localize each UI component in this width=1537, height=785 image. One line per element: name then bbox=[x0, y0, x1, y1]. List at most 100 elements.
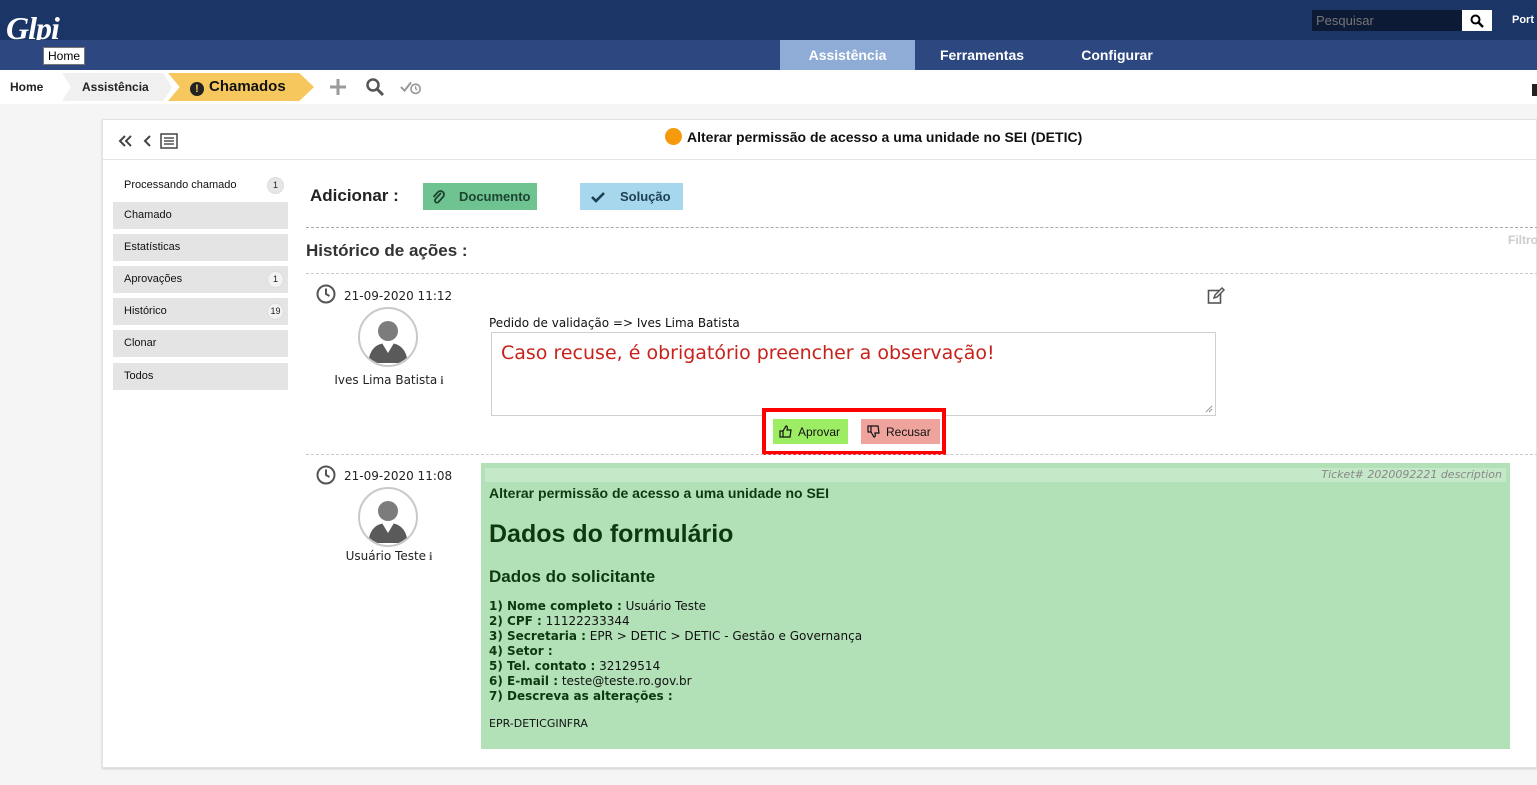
ticket-description: Ticket# 2020092221 description Alterar p… bbox=[481, 463, 1510, 749]
clock-icon bbox=[316, 465, 336, 485]
validation-request-label: Pedido de validação => Ives Lima Batista bbox=[489, 316, 740, 330]
description-user-name: Usuário Teste bbox=[345, 549, 427, 563]
highlight-box: Aprovar Recusar bbox=[762, 408, 946, 455]
form-fields: 1) Nome completo : Usuário Teste 2) CPF … bbox=[489, 599, 862, 704]
avatar bbox=[358, 307, 418, 367]
divider bbox=[306, 454, 1537, 455]
sidebar-item-label: Aprovações bbox=[124, 273, 183, 285]
clock-icon bbox=[316, 284, 336, 304]
ticket-panel: Alterar permissão de acesso a uma unidad… bbox=[102, 119, 1537, 768]
add-document-label: Documento bbox=[459, 189, 531, 204]
info-icon[interactable]: i bbox=[429, 549, 432, 563]
validation-user-name: Ives Lima Batista bbox=[334, 373, 438, 387]
observation-field[interactable]: Caso recuse, é obrigatório preencher a o… bbox=[491, 332, 1216, 416]
thumbs-down-icon bbox=[867, 425, 880, 438]
language-link[interactable]: Port bbox=[1512, 14, 1534, 26]
sidebar-item-label: Chamado bbox=[124, 209, 172, 221]
form-field: 2) CPF : 11122233344 bbox=[489, 614, 630, 628]
sidebar-item-label: Clonar bbox=[124, 337, 157, 349]
sidebar-item-processando[interactable]: Processando chamado 1 bbox=[113, 172, 288, 199]
description-datetime: 21-09-2020 11:08 bbox=[344, 469, 453, 483]
form-field: 7) Descreva as alterações : bbox=[489, 689, 673, 703]
sidebar-item-chamado[interactable]: Chamado bbox=[113, 202, 288, 229]
search-icon bbox=[1470, 14, 1484, 28]
breadcrumb-home[interactable]: Home bbox=[0, 73, 60, 101]
observation-placeholder: Caso recuse, é obrigatório preencher a o… bbox=[501, 342, 995, 364]
list-icon bbox=[160, 133, 178, 149]
paperclip-icon bbox=[432, 189, 445, 203]
main-nav: Assistência Ferramentas Configurar bbox=[0, 40, 1537, 70]
sidebar-item-aprovacoes[interactable]: Aprovações 1 bbox=[113, 266, 288, 293]
add-label: Adicionar : bbox=[310, 186, 399, 205]
magnifier-icon bbox=[366, 78, 385, 97]
sidebar-item-todos[interactable]: Todos bbox=[113, 363, 288, 390]
sidebar-item-label: Processando chamado bbox=[124, 179, 237, 191]
form-field: 3) Secretaria : EPR > DETIC > DETIC - Ge… bbox=[489, 629, 863, 643]
plus-icon bbox=[330, 79, 346, 95]
count-badge: 1 bbox=[267, 271, 284, 288]
validation-button[interactable] bbox=[400, 76, 422, 98]
sidebar-item-clonar[interactable]: Clonar bbox=[113, 330, 288, 357]
refuse-label: Recusar bbox=[886, 424, 931, 439]
divider bbox=[306, 273, 1537, 274]
approve-label: Aprovar bbox=[798, 424, 841, 439]
warning-icon: ! bbox=[190, 82, 204, 96]
sidebar-item-historico[interactable]: Histórico 19 bbox=[113, 298, 288, 325]
resize-handle-icon[interactable] bbox=[1205, 405, 1213, 413]
user-icon bbox=[368, 321, 408, 363]
add-solution-label: Solução bbox=[620, 189, 671, 204]
validation-datetime: 21-09-2020 11:12 bbox=[344, 289, 453, 303]
description-footer: EPR-DETICGINFRA bbox=[489, 717, 588, 730]
logo-tooltip: Home bbox=[43, 47, 86, 65]
first-page-button[interactable] bbox=[117, 132, 135, 150]
check-icon bbox=[591, 191, 605, 203]
form-data-heading: Dados do formulário bbox=[489, 520, 734, 548]
chevron-left-icon bbox=[143, 135, 151, 147]
approve-button[interactable]: Aprovar bbox=[773, 419, 848, 444]
breadcrumb-chamados-label: Chamados bbox=[209, 78, 286, 95]
search-tickets-button[interactable] bbox=[364, 76, 386, 98]
sidebar-item-label: Todos bbox=[124, 370, 154, 382]
form-field: 4) Setor : bbox=[489, 644, 553, 658]
sidebar-item-label: Estatísticas bbox=[124, 241, 181, 253]
ticket-title-text: Alterar permissão de acesso a uma unidad… bbox=[687, 128, 1083, 145]
top-header: Glpi Port bbox=[0, 0, 1537, 46]
user-icon bbox=[368, 501, 408, 543]
description-user: Usuário Teste i bbox=[309, 549, 469, 564]
info-icon[interactable]: i bbox=[440, 373, 443, 387]
status-icon bbox=[665, 128, 682, 145]
right-edge-marker bbox=[1532, 84, 1537, 96]
breadcrumb: Home Assistência ! Chamados bbox=[0, 70, 1537, 104]
avatar bbox=[358, 487, 418, 547]
list-button[interactable] bbox=[160, 132, 178, 150]
ticket-reference: Ticket# 2020092221 description bbox=[1321, 468, 1502, 481]
tab-configurar[interactable]: Configurar bbox=[1049, 40, 1185, 70]
search-button[interactable] bbox=[1462, 10, 1492, 31]
breadcrumb-assistencia[interactable]: Assistência bbox=[62, 73, 172, 101]
form-field: 1) Nome completo : Usuário Teste bbox=[489, 599, 707, 613]
count-badge: 1 bbox=[267, 177, 284, 194]
divider bbox=[306, 227, 1537, 228]
ticket-title: Alterar permissão de acesso a uma unidad… bbox=[665, 128, 1082, 145]
description-subtitle: Alterar permissão de acesso a uma unidad… bbox=[489, 485, 830, 501]
refuse-button[interactable]: Recusar bbox=[861, 419, 940, 444]
history-title: Histórico de ações : bbox=[306, 241, 468, 260]
panel-header: Alterar permissão de acesso a uma unidad… bbox=[103, 120, 1537, 160]
tab-assistencia[interactable]: Assistência bbox=[780, 40, 915, 70]
thumbs-up-icon bbox=[779, 425, 792, 438]
edit-icon[interactable] bbox=[1207, 287, 1225, 305]
add-document-button[interactable]: Documento bbox=[423, 183, 537, 210]
sidebar-item-estatisticas[interactable]: Estatísticas bbox=[113, 234, 288, 261]
filter-link[interactable]: Filtro bbox=[1508, 233, 1537, 247]
count-badge: 19 bbox=[267, 303, 284, 320]
add-solution-button[interactable]: Solução bbox=[580, 183, 683, 210]
requester-heading: Dados do solicitante bbox=[489, 567, 656, 586]
add-button[interactable] bbox=[327, 76, 349, 98]
previous-button[interactable] bbox=[139, 132, 157, 150]
sidebar-item-label: Histórico bbox=[124, 305, 167, 317]
breadcrumb-chamados[interactable]: ! Chamados bbox=[168, 73, 314, 101]
double-chevron-left-icon bbox=[118, 135, 132, 147]
search-input[interactable] bbox=[1312, 10, 1462, 31]
tab-ferramentas[interactable]: Ferramentas bbox=[915, 40, 1049, 70]
form-field: 6) E-mail : teste@teste.ro.gov.br bbox=[489, 674, 692, 688]
